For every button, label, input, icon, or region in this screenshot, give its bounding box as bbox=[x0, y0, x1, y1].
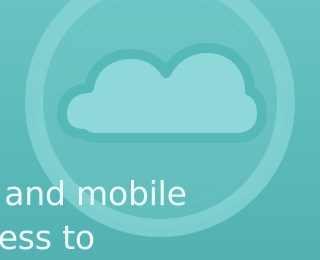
hero-section: c and mobile tless to bbox=[0, 0, 320, 260]
hero-caption: c and mobile tless to bbox=[0, 174, 187, 257]
cloud-icon bbox=[57, 43, 267, 143]
